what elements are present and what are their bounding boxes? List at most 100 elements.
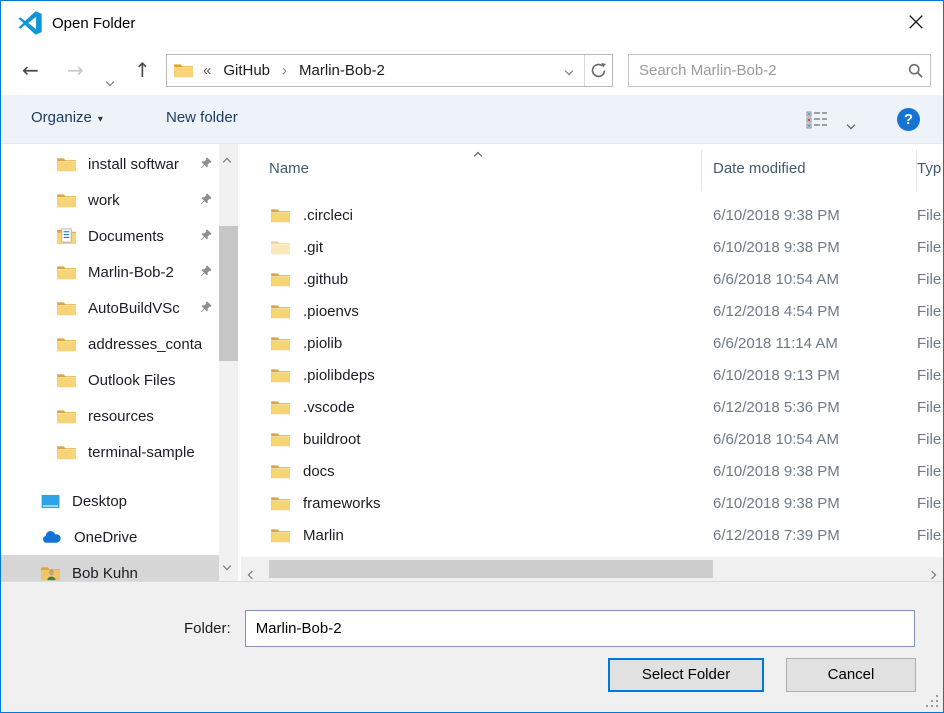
folder-icon (271, 368, 290, 383)
table-row[interactable]: .vscode6/12/2018 5:36 PMFile (241, 391, 943, 423)
close-icon[interactable]: × (899, 5, 933, 39)
table-row[interactable]: .git6/10/2018 9:38 PMFile (241, 231, 943, 263)
sidebar-item-label: Outlook Files (88, 372, 176, 389)
sidebar-item-resources[interactable]: resources (1, 398, 219, 434)
table-row[interactable]: .piolibdeps6/10/2018 9:13 PMFile (241, 359, 943, 391)
folder-icon (271, 528, 290, 543)
file-date-modified: 6/12/2018 5:36 PM (713, 399, 840, 416)
scroll-up-icon[interactable] (224, 152, 230, 169)
breadcrumb-overflow[interactable]: « (203, 62, 211, 79)
table-row[interactable]: buildroot6/6/2018 10:54 AMFile (241, 423, 943, 455)
address-dropdown-icon[interactable] (554, 55, 584, 86)
sidebar-item-autobuildvsc[interactable]: AutoBuildVSc (1, 290, 219, 326)
folder-icon (271, 304, 290, 319)
new-folder-button[interactable]: New folder (166, 109, 238, 126)
file-date-modified: 6/12/2018 4:54 PM (713, 303, 840, 320)
table-row[interactable]: frameworks6/10/2018 9:38 PMFile (241, 487, 943, 519)
sidebar-item-onedrive[interactable]: OneDrive (1, 519, 219, 555)
column-header-name[interactable]: Name (269, 160, 309, 177)
scroll-left-icon[interactable] (249, 565, 255, 581)
sidebar-item-bob-kuhn[interactable]: Bob Kuhn (1, 555, 219, 581)
folder-name-input[interactable] (245, 610, 915, 647)
up-button[interactable]: ↑ (134, 56, 151, 84)
user-icon (41, 566, 60, 581)
horizontal-scrollbar-thumb[interactable] (269, 560, 713, 578)
select-folder-button[interactable]: Select Folder (608, 658, 764, 692)
breadcrumb-item-marlin-bob-2[interactable]: Marlin-Bob-2 (297, 62, 387, 79)
file-date-modified: 6/10/2018 9:38 PM (713, 463, 840, 480)
sidebar-item-label: Marlin-Bob-2 (88, 264, 174, 281)
search-input[interactable] (629, 62, 900, 79)
sidebar-item-addresses-conta[interactable]: addresses_conta (1, 326, 219, 362)
sidebar-item-label: terminal-sample (88, 444, 195, 461)
folder-icon (57, 445, 76, 460)
pin-icon (199, 228, 213, 242)
sidebar-item-documents[interactable]: Documents (1, 218, 219, 254)
table-row[interactable]: .circleci6/10/2018 9:38 PMFile (241, 199, 943, 231)
table-row[interactable]: Marlin6/12/2018 7:39 PMFile (241, 519, 943, 551)
table-row[interactable]: .pioenvs6/12/2018 4:54 PMFile (241, 295, 943, 327)
file-date-modified: 6/10/2018 9:38 PM (713, 207, 840, 224)
resize-grip[interactable] (926, 695, 938, 707)
sidebar-item-label: Bob Kuhn (72, 565, 138, 582)
sidebar-item-terminal-sample[interactable]: terminal-sample (1, 434, 219, 470)
file-date-modified: 6/12/2018 7:39 PM (713, 527, 840, 544)
file-type: File (917, 495, 941, 512)
sidebar-scrollbar[interactable] (219, 144, 238, 581)
file-name: .git (303, 239, 323, 256)
dialog-footer: Folder: Select Folder Cancel (1, 581, 943, 712)
file-name: .circleci (303, 207, 353, 224)
history-dropdown-icon[interactable] (107, 72, 113, 89)
refresh-icon[interactable] (584, 55, 612, 86)
pin-icon (199, 156, 213, 170)
file-type: File (917, 335, 941, 352)
sidebar-item-install-softwar[interactable]: install softwar (1, 146, 219, 182)
view-options-icon[interactable] (806, 111, 828, 129)
sidebar-item-marlin-bob-2[interactable]: Marlin-Bob-2 (1, 254, 219, 290)
folder-icon (57, 157, 76, 172)
scroll-down-icon[interactable] (224, 556, 230, 573)
table-row[interactable]: .github6/6/2018 10:54 AMFile (241, 263, 943, 295)
file-list-header: Name Date modified Typ (241, 144, 943, 191)
back-button[interactable]: ← (22, 56, 39, 84)
folder-icon (271, 336, 290, 351)
sidebar-scrollbar-thumb[interactable] (219, 226, 238, 361)
sidebar-item-label: OneDrive (74, 529, 137, 546)
forward-button[interactable]: → (67, 56, 84, 84)
file-type: File (917, 239, 941, 256)
cancel-button[interactable]: Cancel (786, 658, 916, 692)
folder-field-label: Folder: (184, 620, 231, 637)
sidebar-item-desktop[interactable]: Desktop (1, 483, 219, 519)
folder-icon (271, 208, 290, 223)
pin-icon (199, 192, 213, 206)
table-row[interactable]: docs6/10/2018 9:38 PMFile (241, 455, 943, 487)
search-icon[interactable] (900, 62, 930, 79)
sidebar-item-work[interactable]: work (1, 182, 219, 218)
file-date-modified: 6/6/2018 11:14 AM (713, 335, 838, 352)
page-title: Open Folder (52, 15, 135, 32)
column-header-date-modified[interactable]: Date modified (713, 160, 806, 177)
search-box (628, 54, 931, 87)
view-dropdown-icon[interactable] (848, 115, 854, 132)
breadcrumb-separator-icon[interactable]: › (282, 62, 287, 79)
folder-icon (57, 301, 76, 316)
file-name: frameworks (303, 495, 381, 512)
address-bar[interactable]: « GitHub › Marlin-Bob-2 (166, 54, 613, 87)
organize-button[interactable]: Organize▾ (31, 109, 103, 126)
breadcrumb: « GitHub › Marlin-Bob-2 (167, 55, 554, 86)
folder-icon (271, 496, 290, 511)
column-header-type[interactable]: Typ (917, 160, 941, 177)
file-rows: .circleci6/10/2018 9:38 PMFile.git6/10/2… (241, 191, 943, 551)
sidebar-item-outlook-files[interactable]: Outlook Files (1, 362, 219, 398)
scroll-right-icon[interactable] (929, 565, 935, 581)
table-row[interactable]: .piolib6/6/2018 11:14 AMFile (241, 327, 943, 359)
sidebar-item-label: install softwar (88, 156, 179, 173)
file-type: File (917, 399, 941, 416)
folder-icon (57, 373, 76, 388)
help-button[interactable]: ? (897, 108, 920, 131)
breadcrumb-item-github[interactable]: GitHub (221, 62, 272, 79)
column-separator (701, 150, 702, 191)
sort-ascending-icon (475, 146, 481, 163)
folder-icon (174, 63, 193, 78)
horizontal-scrollbar[interactable] (241, 557, 943, 581)
